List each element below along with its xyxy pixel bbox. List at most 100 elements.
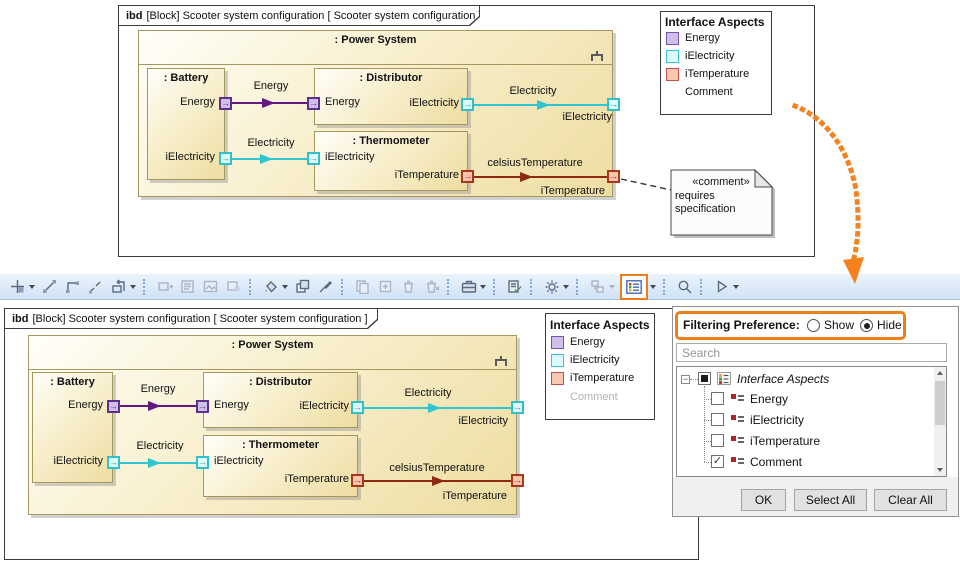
scrollbar-thumb[interactable]: [935, 381, 945, 425]
legend-filter-button[interactable]: [620, 274, 648, 300]
tree-line: [704, 399, 711, 400]
legend-title: Interface Aspects: [665, 15, 765, 29]
legend-label: Energy: [570, 336, 605, 348]
fill-color-icon[interactable]: [259, 277, 282, 297]
tree-checkbox-ielectricity[interactable]: [711, 413, 724, 426]
toolbar-separator: [576, 279, 580, 295]
duplicate-icon: [374, 277, 397, 297]
scroll-up-icon[interactable]: [937, 371, 943, 375]
port-thermometer-itemperature[interactable]: →: [461, 170, 474, 183]
legend-label: iTemperature: [685, 68, 749, 80]
draw-polyline-icon[interactable]: [84, 277, 107, 297]
radio-hide-label[interactable]: Hide: [877, 318, 902, 332]
dropdown-arrow-icon[interactable]: [733, 285, 739, 289]
ok-button[interactable]: OK: [741, 489, 786, 511]
clear-all-button[interactable]: Clear All: [874, 489, 947, 511]
radio-show[interactable]: [807, 319, 820, 332]
port-battery-ielectricity[interactable]: →: [219, 152, 232, 165]
dropdown-arrow-icon[interactable]: [282, 285, 288, 289]
port-boundary-itemperature[interactable]: →: [607, 170, 620, 183]
toolbar-separator: [663, 279, 667, 295]
tree-checkbox-itemperature[interactable]: [711, 434, 724, 447]
legend-label: Energy: [685, 32, 720, 44]
tree-checkbox-comment[interactable]: ✓: [711, 455, 724, 468]
aspect-item-icon: [731, 457, 744, 467]
radio-hide[interactable]: [860, 319, 873, 332]
dropdown-arrow-icon[interactable]: [563, 285, 569, 289]
settings-gear-icon[interactable]: [540, 277, 563, 297]
connector-celsius[interactable]: [474, 176, 608, 178]
comment-note[interactable]: «comment» requires specification: [670, 169, 776, 239]
radio-show-label[interactable]: Show: [824, 318, 854, 332]
tree-checkbox-energy[interactable]: [711, 392, 724, 405]
note-text-line2: specification: [675, 203, 736, 215]
select-all-button[interactable]: Select All: [794, 489, 867, 511]
block-title: : Power System: [139, 31, 612, 46]
dropdown-arrow-icon[interactable]: [480, 285, 486, 289]
boundary-port-label: iTemperature: [433, 490, 507, 502]
connector-label: Electricity: [122, 440, 198, 452]
validate-icon[interactable]: [503, 277, 526, 297]
port-battery-energy[interactable]: →: [107, 400, 120, 413]
tree-root-checkbox[interactable]: [698, 372, 711, 385]
port-battery-energy[interactable]: →: [219, 97, 232, 110]
draw-path-icon[interactable]: [61, 277, 84, 297]
tree-item-label[interactable]: iTemperature: [750, 434, 820, 448]
diagram-tab-bottom: ibd [Block] Scooter system configuration…: [4, 308, 378, 329]
briefcase-icon[interactable]: [457, 277, 480, 297]
block-battery[interactable]: : Battery: [147, 68, 225, 180]
connector-label: Energy: [123, 383, 193, 395]
search-input[interactable]: [676, 343, 947, 362]
port-label: Energy: [214, 399, 249, 411]
port-boundary-ielectricity[interactable]: →: [607, 98, 620, 111]
dropdown-arrow-icon[interactable]: [29, 285, 35, 289]
toolbar-separator: [249, 279, 253, 295]
scroll-down-icon[interactable]: [937, 468, 943, 472]
connector-arrow: [262, 98, 275, 108]
legend-label: iElectricity: [685, 50, 735, 62]
port-label: iElectricity: [214, 455, 264, 467]
diagram-toolbar: [0, 273, 960, 300]
format-painter-icon[interactable]: [314, 277, 337, 297]
port-battery-ielectricity[interactable]: →: [107, 456, 120, 469]
port-label: iTemperature: [385, 169, 459, 181]
legend-interface-aspects[interactable]: Interface Aspects Energy iElectricity iT…: [545, 313, 655, 420]
search-icon[interactable]: [673, 277, 696, 297]
tree-item-label[interactable]: Energy: [750, 392, 788, 406]
legend-title: Interface Aspects: [550, 318, 650, 332]
draw-line-icon[interactable]: [38, 277, 61, 297]
tree-scrollbar[interactable]: [934, 367, 946, 476]
port-distributor-energy[interactable]: →: [196, 400, 209, 413]
legend-swatch-ielectricity: [666, 50, 679, 63]
legend-interface-aspects[interactable]: Interface Aspects Energy iElectricity iT…: [660, 11, 772, 115]
diagram-kind-label: ibd: [12, 313, 29, 325]
diagram-tab-top: ibd [Block] Scooter system configuration…: [118, 5, 480, 26]
legend-swatch-itemperature: [666, 68, 679, 81]
tree-line: [704, 462, 711, 463]
note-tool-icon: [176, 277, 199, 297]
port-distributor-energy[interactable]: →: [307, 97, 320, 110]
tree-expander-icon[interactable]: −: [681, 375, 690, 384]
port-boundary-itemperature[interactable]: →: [511, 474, 524, 487]
tree-item-label[interactable]: iElectricity: [750, 413, 804, 427]
port-boundary-ielectricity[interactable]: →: [511, 401, 524, 414]
tree-item-label[interactable]: Comment: [750, 455, 802, 469]
port-thermometer-ielectricity[interactable]: →: [307, 152, 320, 165]
port-thermometer-ielectricity[interactable]: →: [196, 456, 209, 469]
block-title: : Distributor: [204, 373, 357, 388]
layout-tool-icon[interactable]: [6, 277, 29, 297]
reset-edges-icon[interactable]: [107, 277, 130, 297]
connector-label: Energy: [236, 80, 306, 92]
dropdown-arrow-icon[interactable]: [130, 285, 136, 289]
dropdown-arrow-icon[interactable]: [650, 285, 656, 289]
port-distributor-ielectricity[interactable]: →: [461, 98, 474, 111]
port-thermometer-itemperature[interactable]: →: [351, 474, 364, 487]
toolbar-separator: [530, 279, 534, 295]
run-icon[interactable]: [710, 277, 733, 297]
port-label: Energy: [325, 96, 360, 108]
dropdown-arrow-icon: [609, 285, 615, 289]
port-label: iElectricity: [147, 151, 215, 163]
tree-root-label[interactable]: Interface Aspects: [737, 372, 829, 386]
order-shapes-icon[interactable]: [291, 277, 314, 297]
port-distributor-ielectricity[interactable]: →: [351, 401, 364, 414]
